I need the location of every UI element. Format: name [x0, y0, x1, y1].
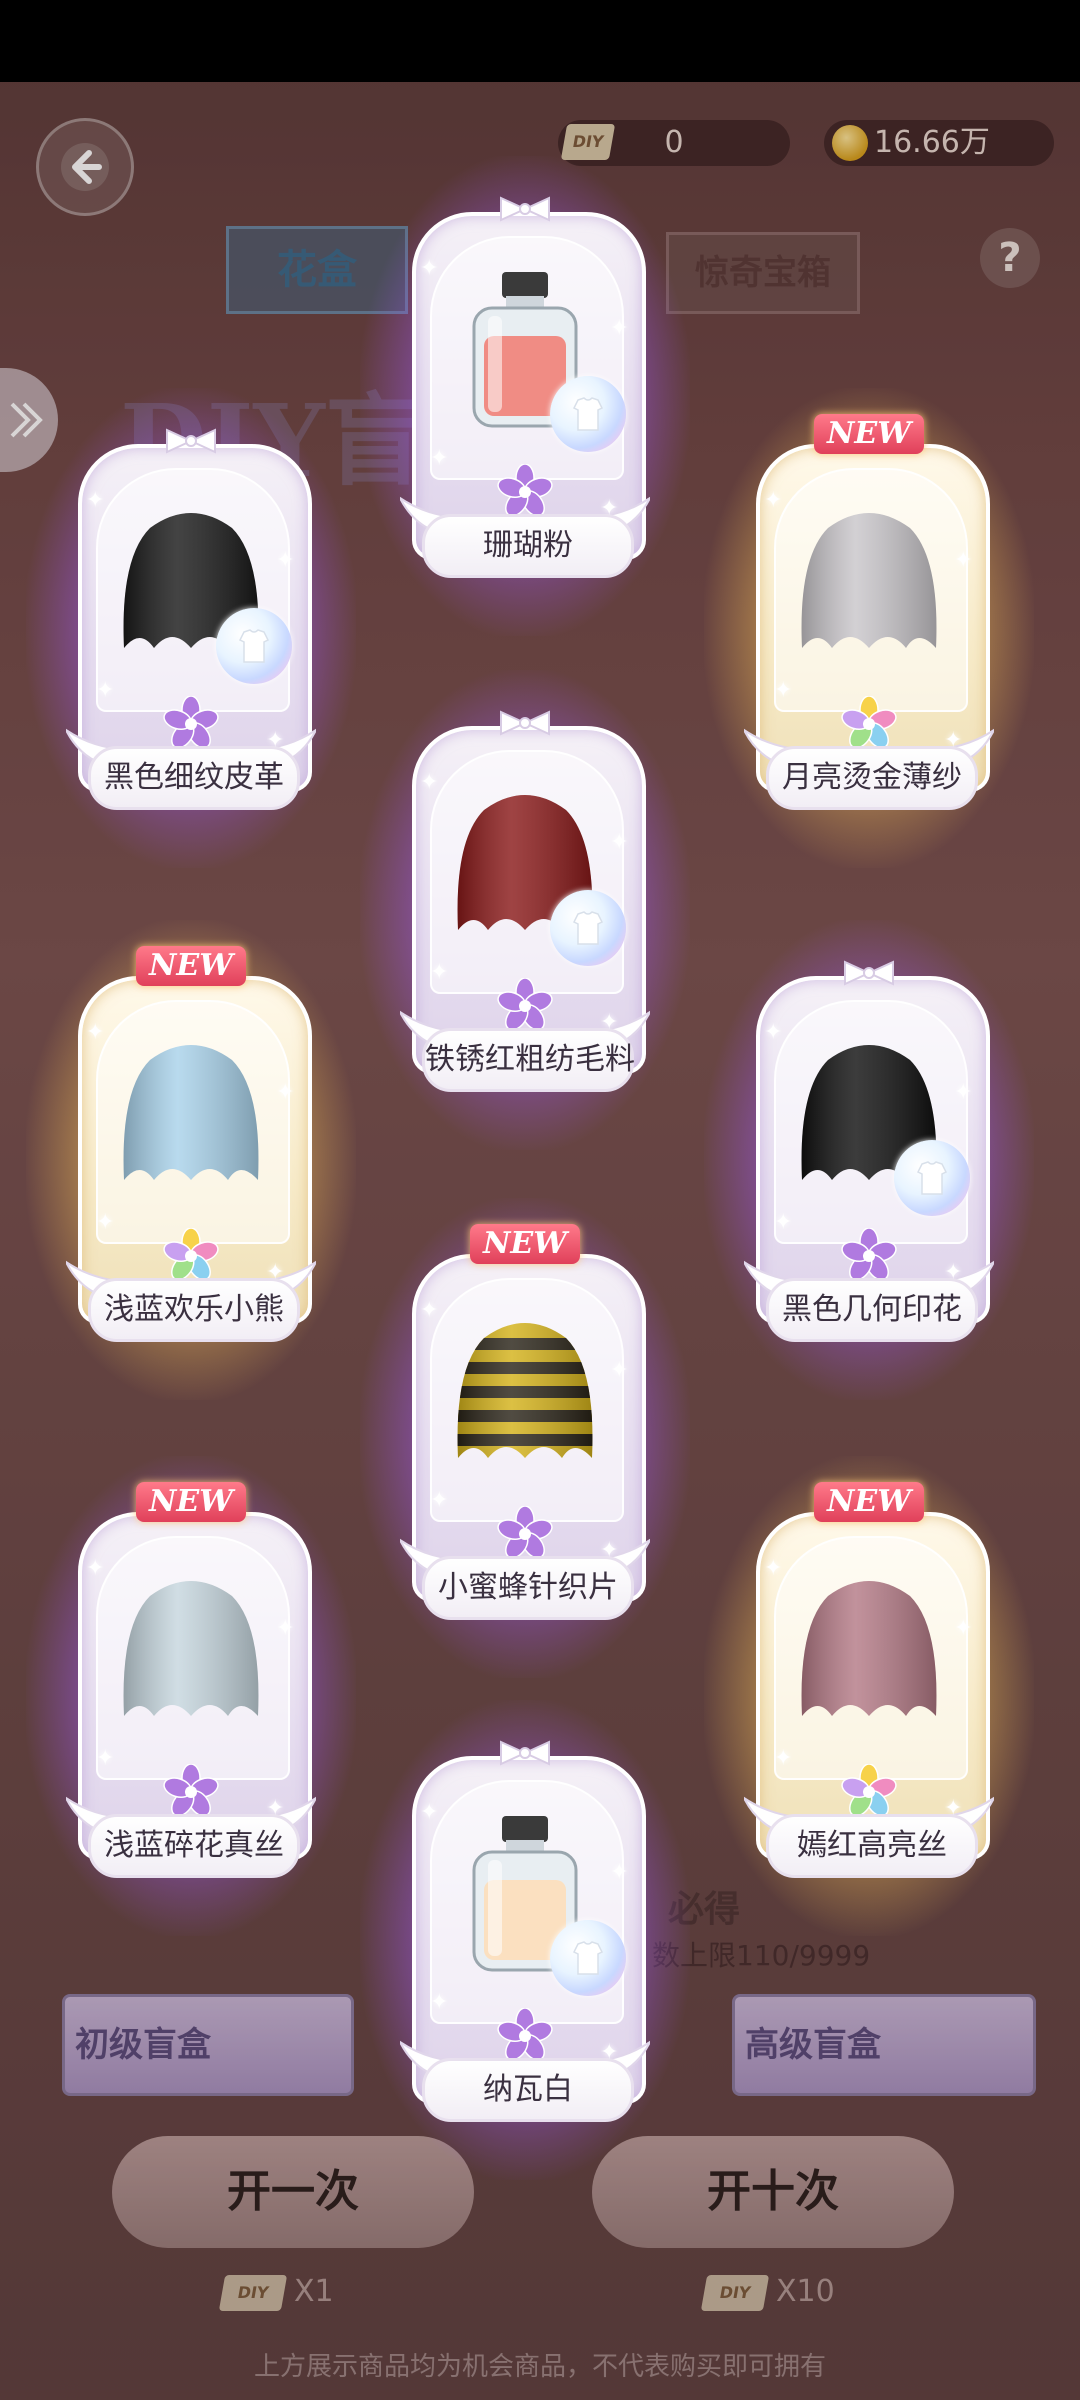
reward-card[interactable]: 铁锈红粗纺毛料 ✦ ✦ ✦ ✦: [360, 670, 690, 1150]
sparkle-icon: ✦: [96, 1746, 115, 1771]
card-label: 嫣红高亮丝: [766, 1814, 978, 1878]
sparkle-icon: ✦: [420, 256, 439, 281]
sparkle-icon: ✦: [420, 770, 439, 795]
sparkle-icon: ✦: [954, 548, 973, 573]
sparkle-icon: ✦: [266, 728, 285, 753]
rarity-flower-icon: [841, 1763, 897, 1820]
sparkle-icon: ✦: [86, 1020, 105, 1045]
rarity-flower-icon: [163, 1763, 219, 1820]
sparkle-icon: ✦: [86, 488, 105, 513]
sparkle-icon: ✦: [266, 1260, 285, 1285]
reward-card[interactable]: 浅蓝欢乐小熊 NEW ✦ ✦ ✦ ✦: [26, 920, 356, 1400]
shirt-badge-icon: [550, 376, 626, 452]
reward-card[interactable]: 黑色细纹皮革 ✦ ✦ ✦ ✦: [26, 388, 356, 868]
sparkle-icon: ✦: [610, 1860, 629, 1885]
card-label: 黑色细纹皮革: [88, 746, 300, 810]
shirt-badge-icon: [216, 608, 292, 684]
shirt-badge-icon: [550, 1920, 626, 1996]
new-badge: NEW: [814, 414, 924, 454]
bow-icon: [495, 196, 555, 222]
sparkle-icon: ✦: [774, 1210, 793, 1235]
card-label: 浅蓝欢乐小熊: [88, 1278, 300, 1342]
reward-card[interactable]: 小蜜蜂针织片 NEW ✦ ✦ ✦ ✦: [360, 1198, 690, 1678]
sparkle-icon: ✦: [954, 1616, 973, 1641]
sparkle-icon: ✦: [944, 728, 963, 753]
sparkle-icon: ✦: [276, 1616, 295, 1641]
card-label: 铁锈红粗纺毛料: [422, 1028, 635, 1092]
sparkle-icon: ✦: [276, 548, 295, 573]
bow-icon: [495, 710, 555, 736]
sparkle-icon: ✦: [764, 1556, 783, 1581]
sparkle-icon: ✦: [954, 1080, 973, 1105]
fabric-swatch-icon: [788, 1566, 950, 1736]
sparkle-icon: ✦: [944, 1260, 963, 1285]
shirt-badge-icon: [894, 1140, 970, 1216]
sparkle-icon: ✦: [420, 1800, 439, 1825]
sparkle-icon: ✦: [610, 830, 629, 855]
sparkle-icon: ✦: [600, 2040, 619, 2065]
sparkle-icon: ✦: [430, 446, 449, 471]
rarity-flower-icon: [497, 1505, 553, 1562]
sparkle-icon: ✦: [764, 488, 783, 513]
rarity-flower-icon: [497, 2007, 553, 2064]
reward-card[interactable]: 嫣红高亮丝 NEW ✦ ✦ ✦ ✦: [704, 1456, 1034, 1936]
reward-card[interactable]: 纳瓦白 ✦ ✦ ✦ ✦: [360, 1700, 690, 2180]
bow-icon: [495, 1740, 555, 1766]
reward-card[interactable]: 黑色几何印花 ✦ ✦ ✦ ✦: [704, 920, 1034, 1400]
card-label: 珊瑚粉: [422, 514, 634, 578]
fabric-swatch-icon: [788, 498, 950, 668]
new-badge: NEW: [814, 1482, 924, 1522]
card-label: 纳瓦白: [422, 2058, 634, 2122]
sparkle-icon: ✦: [420, 1298, 439, 1323]
fabric-swatch-icon: [110, 1030, 272, 1200]
reward-card[interactable]: 月亮烫金薄纱 NEW ✦ ✦ ✦ ✦: [704, 388, 1034, 868]
sparkle-icon: ✦: [764, 1020, 783, 1045]
new-badge: NEW: [136, 946, 246, 986]
reward-card[interactable]: 浅蓝碎花真丝 NEW ✦ ✦ ✦ ✦: [26, 1456, 356, 1936]
bow-icon: [161, 428, 221, 454]
rarity-flower-icon: [163, 695, 219, 752]
sparkle-icon: ✦: [276, 1080, 295, 1105]
sparkle-icon: ✦: [610, 1358, 629, 1383]
new-badge: NEW: [136, 1482, 246, 1522]
sparkle-icon: ✦: [266, 1796, 285, 1821]
reward-card[interactable]: 珊瑚粉 ✦ ✦ ✦ ✦: [360, 156, 690, 636]
rarity-flower-icon: [497, 463, 553, 520]
fabric-swatch-icon: [444, 1308, 606, 1478]
rarity-flower-icon: [841, 695, 897, 752]
sparkle-icon: ✦: [430, 1990, 449, 2015]
rarity-flower-icon: [163, 1227, 219, 1284]
sparkle-icon: ✦: [430, 960, 449, 985]
sparkle-icon: ✦: [944, 1796, 963, 1821]
sparkle-icon: ✦: [774, 1746, 793, 1771]
sparkle-icon: ✦: [86, 1556, 105, 1581]
new-badge: NEW: [470, 1224, 580, 1264]
card-label: 黑色几何印花: [766, 1278, 978, 1342]
sparkle-icon: ✦: [610, 316, 629, 341]
sparkle-icon: ✦: [430, 1488, 449, 1513]
status-bar: [0, 0, 1080, 82]
sparkle-icon: ✦: [600, 1010, 619, 1035]
shirt-badge-icon: [550, 890, 626, 966]
sparkle-icon: ✦: [600, 496, 619, 521]
sparkle-icon: ✦: [774, 678, 793, 703]
fabric-swatch-icon: [110, 1566, 272, 1736]
bow-icon: [839, 960, 899, 986]
rarity-flower-icon: [497, 977, 553, 1034]
card-label: 浅蓝碎花真丝: [88, 1814, 300, 1878]
card-label: 小蜜蜂针织片: [422, 1556, 634, 1620]
sparkle-icon: ✦: [96, 678, 115, 703]
rarity-flower-icon: [841, 1227, 897, 1284]
sparkle-icon: ✦: [600, 1538, 619, 1563]
sparkle-icon: ✦: [96, 1210, 115, 1235]
card-label: 月亮烫金薄纱: [766, 746, 978, 810]
